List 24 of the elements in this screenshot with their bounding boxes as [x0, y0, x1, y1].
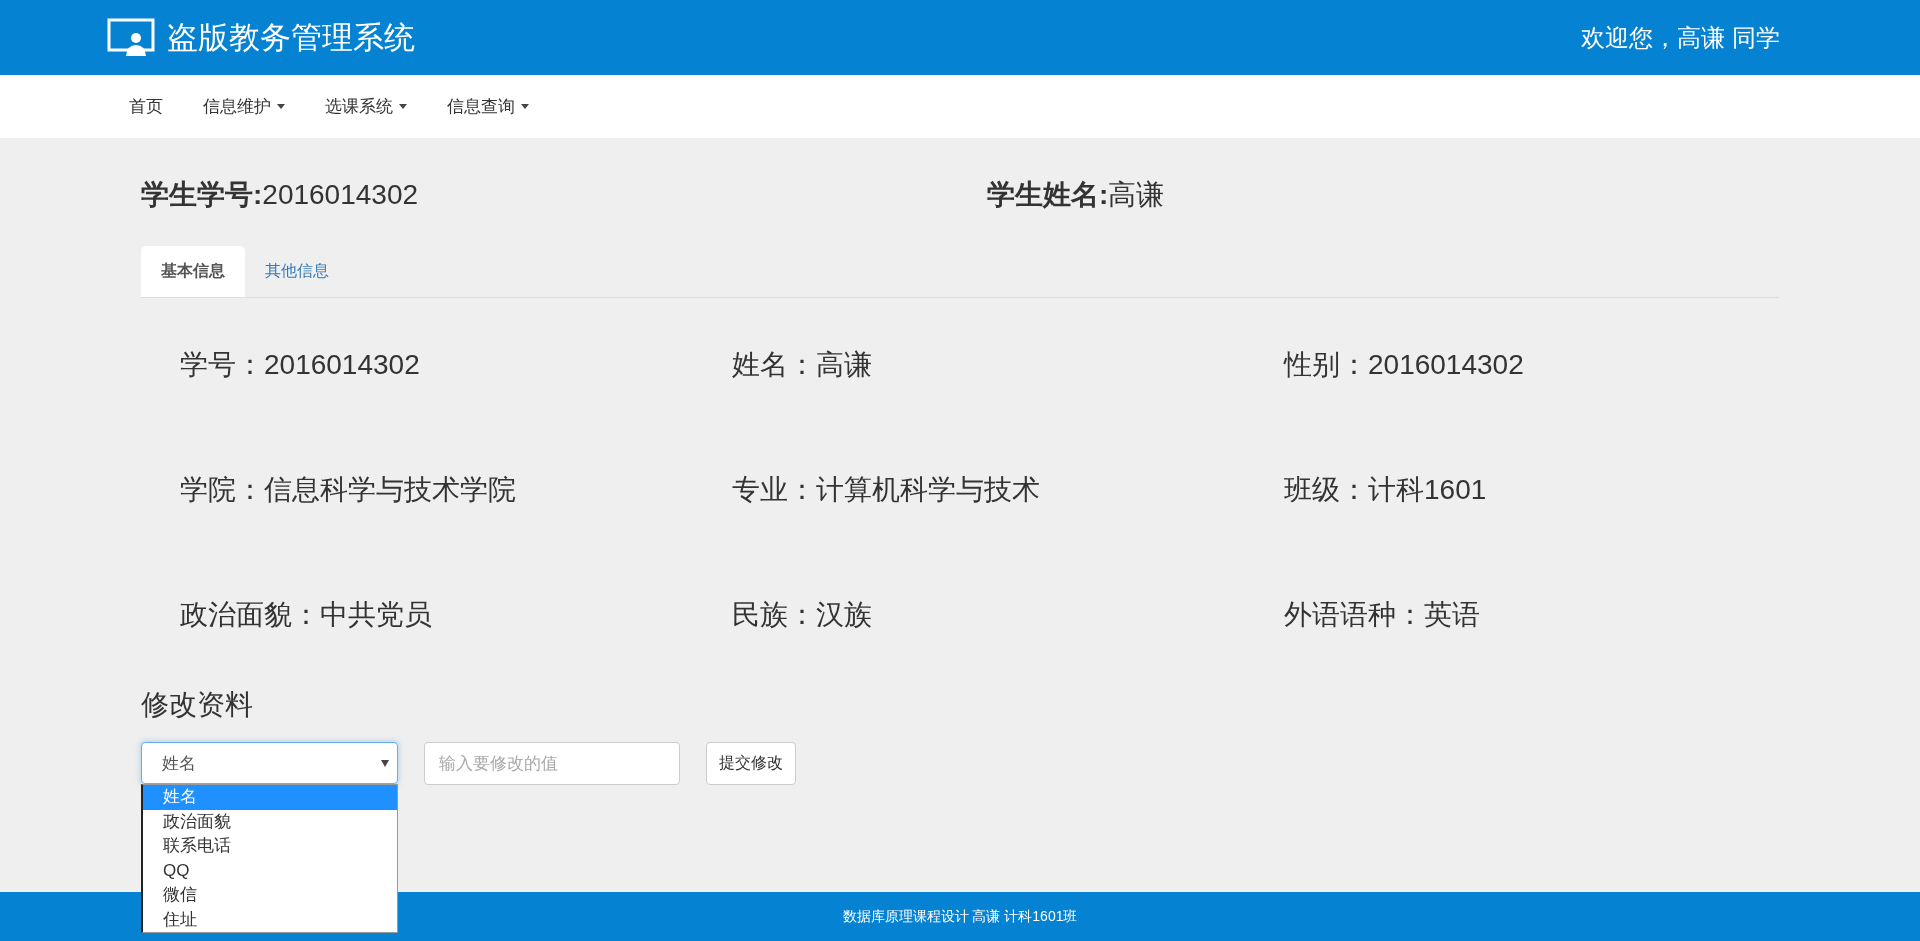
info-field: 民族：汉族	[732, 600, 1284, 630]
info-field: 外语语种：英语	[1284, 600, 1779, 630]
nav-link[interactable]: 选课系统	[308, 95, 430, 118]
tab[interactable]: 基本信息	[141, 246, 245, 297]
info-field: 班级：计科1601	[1284, 475, 1779, 505]
info-field: 专业：计算机科学与技术	[732, 475, 1284, 505]
value-input[interactable]: 输入要修改的值	[424, 742, 680, 785]
submit-button[interactable]: 提交修改	[706, 742, 796, 785]
tab[interactable]: 其他信息	[245, 246, 349, 297]
field-select[interactable]: 姓名	[141, 742, 398, 784]
summary-text: 学生学号:2016014302	[141, 178, 420, 212]
info-field: 学号：2016014302	[180, 350, 732, 380]
info-field: 政治面貌：中共党员	[180, 600, 732, 630]
footer-text: 数据库原理课程设计 高谦 计科1601班	[842, 907, 1078, 926]
section-title: 修改资料	[141, 688, 254, 722]
welcome-text: 欢迎您，高谦 同学	[1581, 22, 1780, 53]
nav-link[interactable]: 首页	[112, 95, 186, 118]
info-field: 学院：信息科学与技术学院	[180, 475, 732, 505]
nav-link[interactable]: 信息维护	[186, 95, 308, 118]
info-field: 姓名：高谦	[732, 350, 1284, 380]
summary-text: 学生姓名:高谦	[987, 178, 1166, 212]
nav-link[interactable]: 信息查询	[430, 95, 552, 118]
app-title: 盗版教务管理系统	[167, 18, 415, 57]
info-field: 性别：2016014302	[1284, 350, 1779, 380]
